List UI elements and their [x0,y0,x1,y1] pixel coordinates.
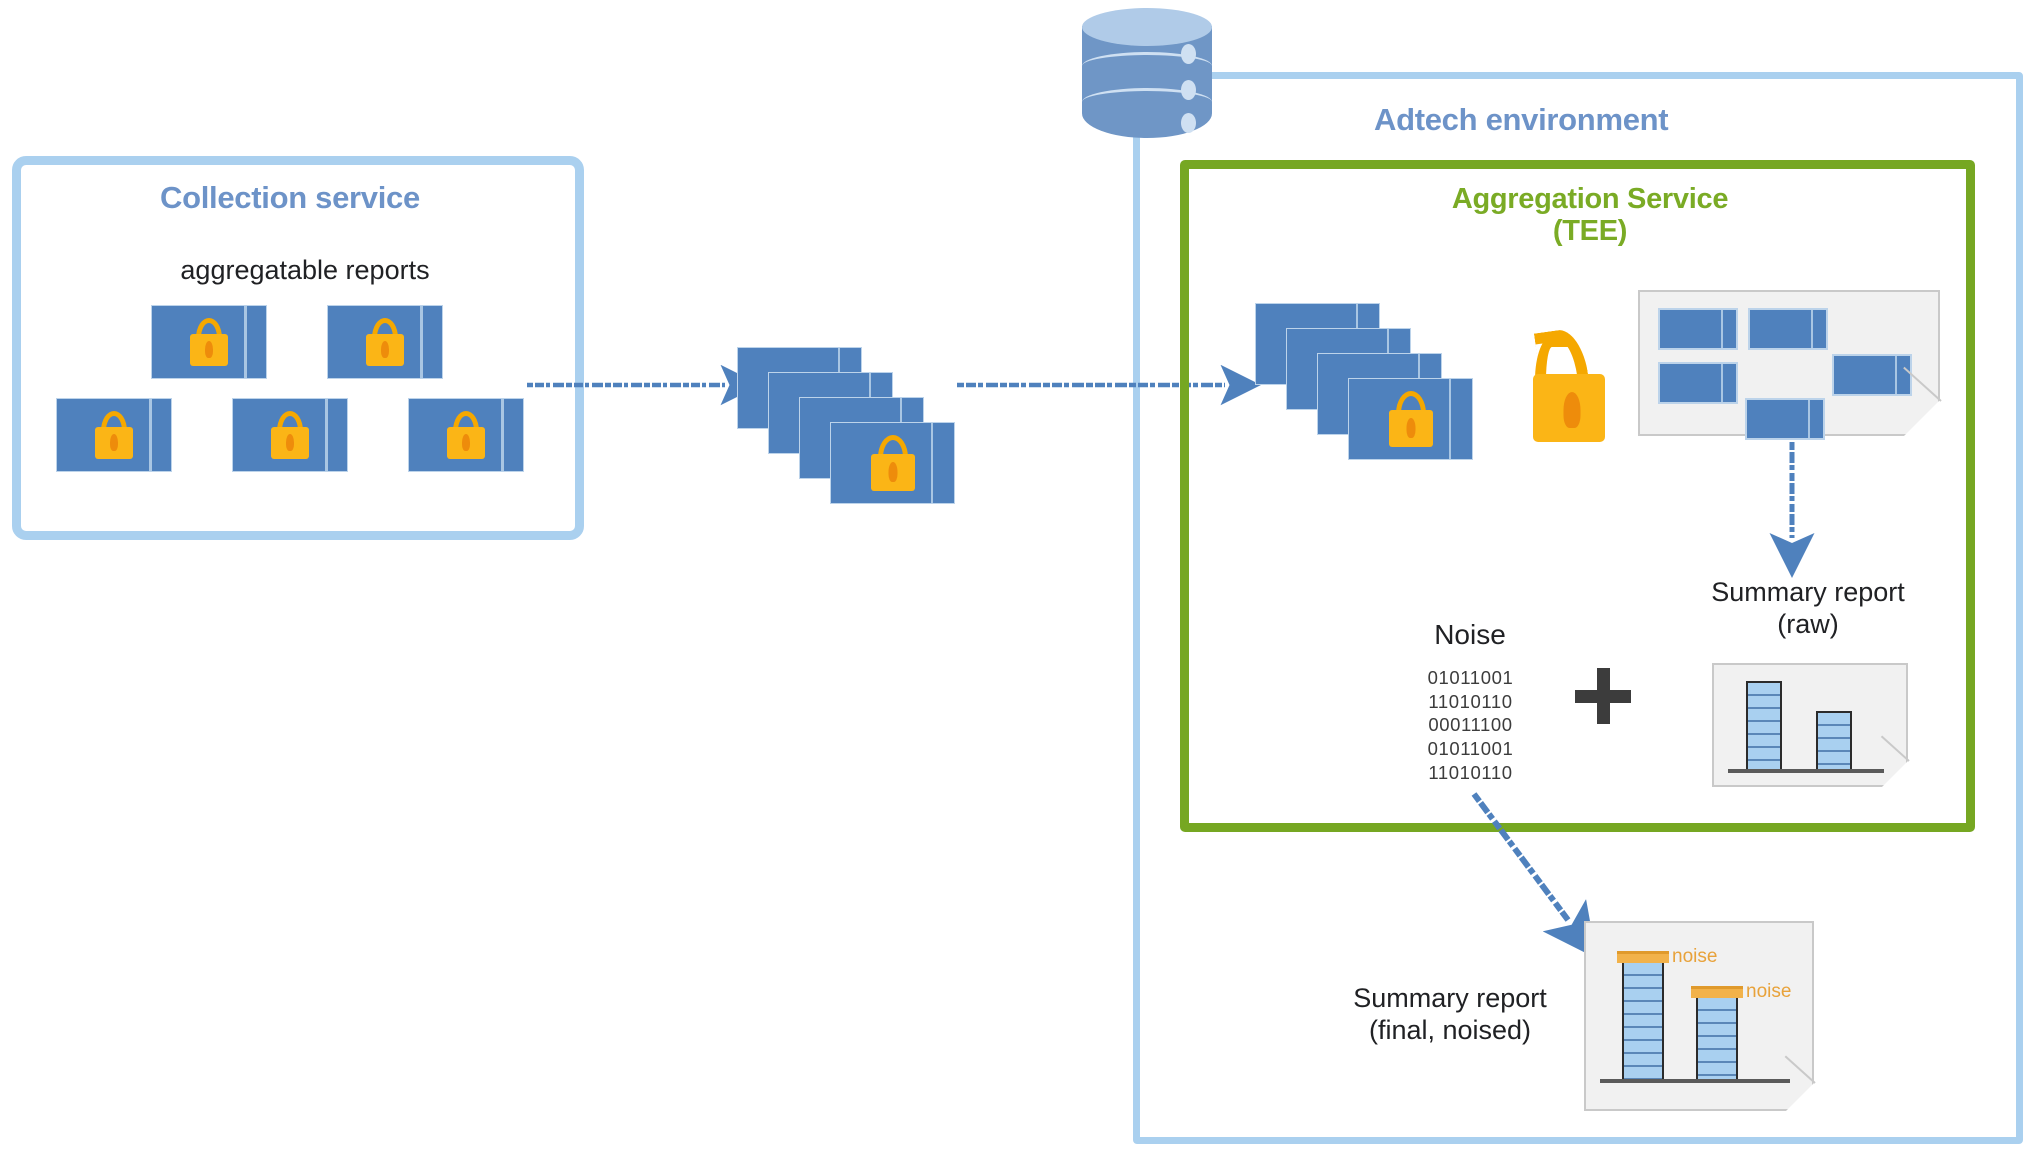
noise-cap [1691,986,1743,998]
report-lock-icon [327,305,443,379]
document-fold-corner [1882,761,1908,787]
report-divider [420,306,423,378]
lock-icon [271,411,309,459]
database-cylinder-icon [1082,8,1212,156]
noise-annotation: noise [1746,981,1792,1002]
document-fold-corner [1904,400,1940,436]
report-divider [149,399,152,471]
aggregatable-reports-label: aggregatable reports [180,255,430,285]
chart-bar [1622,961,1664,1081]
report-lock-icon [232,398,348,472]
result-tile [1745,398,1825,440]
collection-service-title: Collection service [160,180,420,215]
noise-label: Noise [1434,619,1506,650]
tee-report-stack-card-front [1348,378,1473,460]
diagram-canvas: Adtech environment Collection service ag… [0,0,2032,1160]
result-tile [1748,308,1828,350]
unlock-icon [1527,326,1617,442]
report-divider [1448,379,1452,459]
report-stack-card-front [830,422,955,504]
document-fold-corner [1786,1083,1814,1111]
adtech-environment-title: Adtech environment [1374,102,1669,137]
lock-icon [190,318,228,366]
report-divider [325,399,328,471]
aggregated-result-document [1638,290,1942,440]
report-lock-icon [408,398,524,472]
result-tile [1658,362,1738,404]
summary-report-raw-chart [1712,663,1910,787]
result-tile [1832,354,1912,396]
aggregation-service-title: Aggregation Service (TEE) [1420,183,1760,248]
summary-report-raw-label: Summary report (raw) [1711,577,1905,639]
noise-cap [1617,951,1669,963]
report-divider [244,306,247,378]
chart-bar [1746,681,1782,771]
chart-bar [1816,711,1852,771]
report-divider [930,423,934,503]
noise-binary-bits: 01011001 11010110 00011100 01011001 1101… [1427,667,1514,783]
report-divider [501,399,504,471]
lock-icon [870,435,915,491]
lock-icon [1388,391,1433,447]
tee-title-line1: Aggregation Service [1451,183,1729,215]
chart-baseline [1600,1079,1790,1083]
chart-baseline [1728,769,1884,773]
tee-title-line2: (TEE) [1552,215,1628,248]
lock-icon [447,411,485,459]
result-tile [1658,308,1738,350]
chart-bar [1696,996,1738,1081]
report-lock-icon [151,305,267,379]
noise-annotation: noise [1672,946,1718,967]
summary-report-final-label: Summary report (final, noised) [1353,983,1547,1045]
summary-report-final-chart: noise noise [1584,921,1816,1111]
plus-operator-icon [1575,668,1631,724]
lock-icon [366,318,404,366]
report-lock-icon [56,398,172,472]
lock-icon [95,411,133,459]
